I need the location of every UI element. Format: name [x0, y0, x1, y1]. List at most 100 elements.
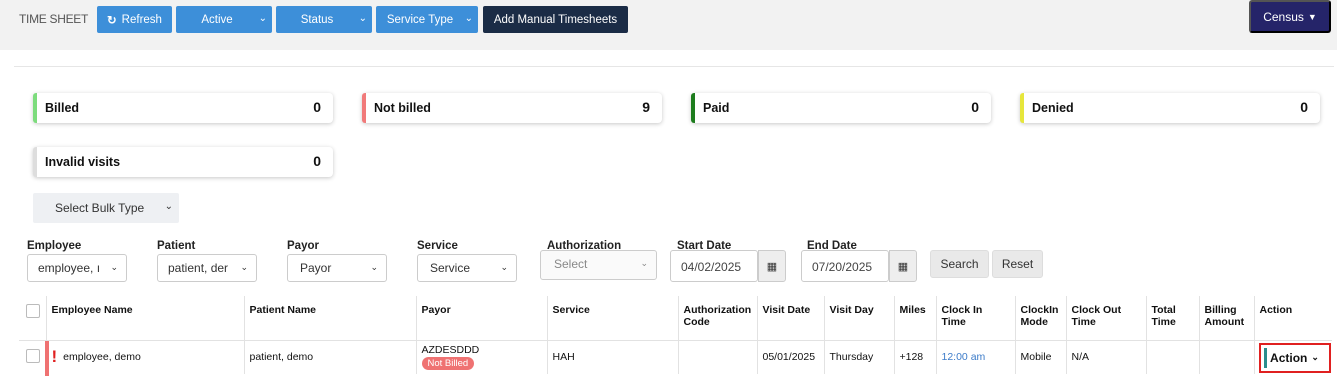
status-color-bar — [362, 93, 366, 123]
select-all-checkbox[interactable] — [26, 304, 40, 318]
page-title: TIME SHEET — [19, 12, 89, 26]
service-type-label: Service Type — [386, 13, 454, 26]
employee-name: employee, demo — [63, 351, 141, 364]
col-visit-date[interactable]: Visit Date — [757, 296, 825, 341]
summary-card-paid[interactable]: Paid 0 — [691, 93, 991, 123]
start-date-input[interactable]: 04/02/2025 — [670, 250, 758, 282]
clock-out-time-cell: N/A — [1066, 340, 1147, 374]
summary-card-denied[interactable]: Denied 0 — [1020, 93, 1320, 123]
payor-filter-label: Payor — [287, 240, 319, 252]
chevron-down-icon: ⌄ — [258, 13, 267, 24]
employee-name-cell: ! employee, demo — [46, 340, 245, 374]
row-checkbox[interactable] — [26, 348, 40, 363]
service-cell: HAH — [547, 340, 679, 374]
authorization-filter-select[interactable]: Select ⌄ — [540, 250, 657, 280]
clock-in-time-link[interactable]: 12:00 am — [942, 351, 986, 363]
summary-label: Paid — [703, 101, 730, 115]
clockin-mode-cell: Mobile — [1015, 340, 1067, 374]
patient-filter-label: Patient — [157, 240, 196, 252]
refresh-button[interactable]: ↻ Refresh — [97, 6, 172, 33]
status-color-bar — [33, 147, 37, 177]
patient-filter-value: patient, der — [168, 261, 229, 275]
col-payor[interactable]: Payor — [416, 296, 548, 341]
employee-filter-select[interactable]: employee, ı ⌄ — [27, 254, 127, 282]
summary-label: Invalid visits — [45, 155, 121, 169]
summary-count: 9 — [642, 99, 650, 115]
summary-card-billed[interactable]: Billed 0 — [33, 93, 333, 123]
col-visit-day[interactable]: Visit Day — [824, 296, 895, 341]
col-clock-out-time[interactable]: Clock Out Time — [1066, 296, 1147, 341]
visit-date-cell: 05/01/2025 — [757, 340, 825, 374]
col-clockin-mode[interactable]: ClockIn Mode — [1015, 296, 1067, 341]
summary-count: 0 — [313, 99, 321, 115]
action-dropdown-button[interactable]: Action ⌄ — [1258, 342, 1331, 373]
authorization-filter-value: Select — [554, 257, 588, 271]
col-clock-in-time[interactable]: Clock In Time — [936, 296, 1016, 341]
action-label: Action — [1270, 350, 1308, 365]
employee-filter-value: employee, ı — [38, 261, 101, 275]
col-billing-amount[interactable]: Billing Amount — [1199, 296, 1255, 341]
add-manual-timesheets-button[interactable]: Add Manual Timesheets — [483, 6, 628, 33]
service-filter-select[interactable]: Service ⌄ — [417, 254, 517, 282]
chevron-down-icon: ⌄ — [500, 262, 508, 272]
payor-name: AZDESDDD — [421, 344, 480, 357]
billing-amount-cell — [1199, 340, 1255, 374]
summary-label: Billed — [45, 101, 80, 115]
col-total-time[interactable]: Total Time — [1146, 296, 1200, 341]
alert-icon: ! — [51, 347, 58, 367]
chevron-down-icon: ⌄ — [640, 258, 648, 268]
total-time-cell — [1146, 340, 1200, 374]
search-button[interactable]: Search — [930, 250, 989, 278]
chevron-down-icon: ⌄ — [1311, 352, 1319, 362]
status-color-bar — [33, 93, 37, 123]
miles-cell: +128 — [894, 340, 937, 374]
visit-day-cell: Thursday — [824, 340, 895, 374]
payor-cell: AZDESDDD Not Billed — [416, 340, 548, 374]
col-action: Action — [1254, 296, 1332, 341]
summary-card-not-billed[interactable]: Not billed 9 — [362, 93, 662, 123]
service-type-dropdown[interactable]: Service Type ⌄ — [376, 6, 478, 33]
active-dropdown[interactable]: Active ⌄ — [176, 6, 272, 33]
chevron-down-icon: ⌄ — [370, 262, 378, 272]
summary-count: 0 — [313, 153, 321, 169]
status-dropdown[interactable]: Status ⌄ — [276, 6, 372, 33]
end-date-input[interactable]: 07/20/2025 — [801, 250, 889, 282]
status-label: Status — [300, 13, 334, 26]
refresh-icon: ↻ — [107, 14, 117, 27]
top-toolbar: TIME SHEET ↻ Refresh Active ⌄ Status ⌄ S… — [0, 0, 1337, 50]
service-filter-value: Service — [430, 261, 471, 275]
col-miles[interactable]: Miles — [894, 296, 937, 341]
calendar-icon[interactable]: ▦ — [758, 250, 786, 282]
summary-card-invalid-visits[interactable]: Invalid visits 0 — [33, 147, 333, 177]
col-patient-name[interactable]: Patient Name — [244, 296, 417, 341]
status-color-bar — [691, 93, 695, 123]
census-dropdown[interactable]: Census ▼ — [1249, 0, 1331, 33]
summary-count: 0 — [1300, 99, 1308, 115]
service-filter-label: Service — [417, 240, 458, 252]
payor-filter-select[interactable]: Payor ⌄ — [287, 254, 387, 282]
col-employee-name[interactable]: Employee Name — [46, 296, 245, 341]
clock-in-time-cell: 12:00 am — [936, 340, 1016, 374]
col-authorization-code[interactable]: Authorization Code — [678, 296, 758, 341]
summary-count: 0 — [971, 99, 979, 115]
table-header-row: Employee Name Patient Name Payor Service… — [19, 296, 1332, 341]
chevron-down-icon: ⌄ — [358, 13, 367, 24]
caret-down-icon: ▼ — [1307, 11, 1317, 22]
summary-label: Denied — [1032, 101, 1074, 115]
row-select-cell — [19, 340, 47, 374]
refresh-label: Refresh — [121, 13, 162, 26]
col-service[interactable]: Service — [547, 296, 679, 341]
status-badge: Not Billed — [421, 357, 475, 371]
bulk-type-select[interactable]: Select Bulk Type ⌄ — [33, 193, 179, 223]
patient-filter-select[interactable]: patient, der ⌄ — [157, 254, 257, 282]
patient-name-cell: patient, demo — [244, 340, 417, 374]
census-label: Census — [1263, 9, 1304, 24]
row-status-bar — [45, 341, 49, 376]
chevron-down-icon: ⌄ — [464, 13, 473, 24]
reset-button[interactable]: Reset — [992, 250, 1043, 278]
summary-label: Not billed — [374, 101, 431, 115]
employee-filter-label: Employee — [27, 240, 82, 252]
action-accent-bar — [1263, 347, 1267, 368]
table-row[interactable]: ! employee, demo patient, demo AZDESDDD N… — [19, 340, 1332, 374]
calendar-icon[interactable]: ▦ — [889, 250, 917, 282]
